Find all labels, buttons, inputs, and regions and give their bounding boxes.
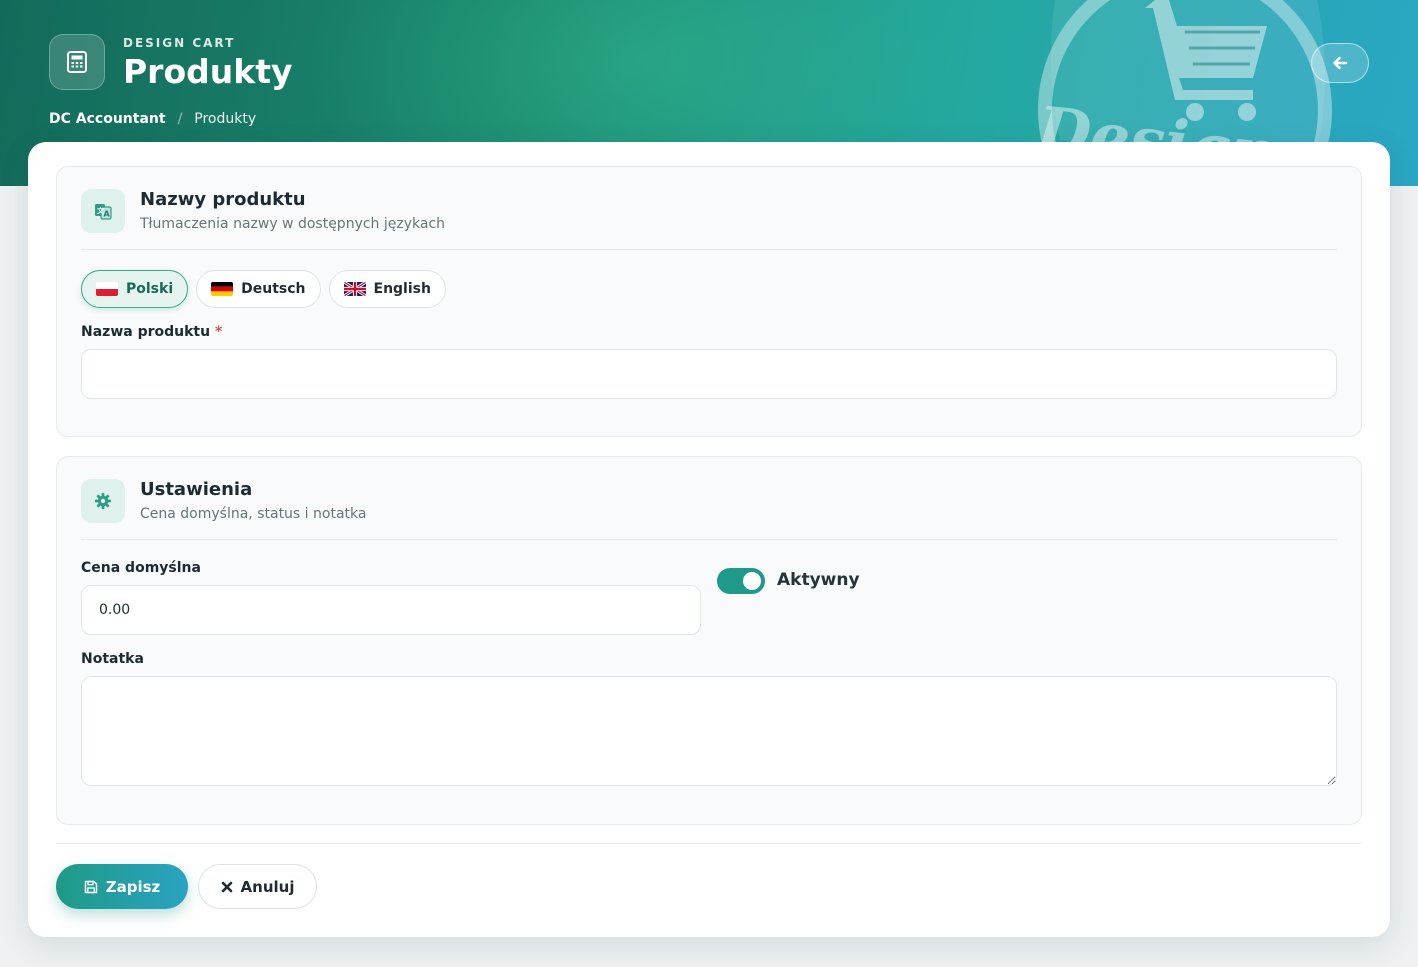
breadcrumb-separator: / <box>177 111 183 127</box>
de-flag-icon <box>211 282 234 296</box>
tab-label: Deutsch <box>241 281 306 297</box>
language-tabs: Polski Deutsch English <box>81 270 446 308</box>
section-title: Ustawienia <box>140 479 253 500</box>
cancel-button[interactable]: Anuluj <box>198 864 317 909</box>
breadcrumb-current: Produkty <box>194 111 257 127</box>
cancel-button-label: Anuluj <box>240 877 295 896</box>
tab-language-deutsch[interactable]: Deutsch <box>196 270 321 308</box>
default-price-label: Cena domyślna <box>81 560 201 576</box>
save-button[interactable]: Zapisz <box>56 864 188 909</box>
section-subtitle: Tłumaczenia nazwy w dostępnych językach <box>140 216 446 232</box>
tab-label: Polski <box>126 281 174 297</box>
tab-language-polski[interactable]: Polski <box>81 270 189 308</box>
page-title: Produkty <box>123 52 293 91</box>
gb-flag-icon <box>343 282 366 296</box>
breadcrumb: DC Accountant / Produkty <box>49 111 256 127</box>
required-mark: * <box>214 324 223 340</box>
product-name-label: Nazwa produktu * <box>81 324 222 340</box>
toggle-knob <box>743 572 761 590</box>
note-label: Notatka <box>81 651 144 667</box>
pl-flag-icon <box>96 282 118 296</box>
close-icon <box>221 881 232 892</box>
app-kicker: DESIGN CART <box>123 36 236 50</box>
section-divider <box>81 539 1337 540</box>
save-button-label: Zapisz <box>105 877 161 896</box>
section-subtitle: Cena domyślna, status i notatka <box>140 506 367 522</box>
product-names-section: 文 A Nazwy produktu Tłumaczenia nazwy w d… <box>56 166 1362 437</box>
tab-label: English <box>373 281 431 297</box>
default-price-input[interactable] <box>81 585 701 635</box>
breadcrumb-home-link[interactable]: DC Accountant <box>49 111 166 127</box>
active-toggle[interactable] <box>717 568 765 594</box>
active-toggle-label: Aktywny <box>777 570 860 590</box>
product-form-card: 文 A Nazwy produktu Tłumaczenia nazwy w d… <box>28 142 1390 937</box>
arrow-left-icon <box>1333 56 1348 70</box>
section-divider <box>81 249 1337 250</box>
product-name-input[interactable] <box>81 349 1337 399</box>
gear-icon <box>81 479 125 523</box>
product-name-label-text: Nazwa produktu <box>81 324 211 340</box>
svg-text:A: A <box>104 210 111 219</box>
tab-language-english[interactable]: English <box>328 270 446 308</box>
section-title: Nazwy produktu <box>140 189 306 210</box>
calculator-icon <box>49 34 105 90</box>
translate-icon: 文 A <box>81 189 125 233</box>
floppy-disk-icon <box>84 880 97 893</box>
settings-section: Ustawienia Cena domyślna, status i notat… <box>56 456 1362 825</box>
actions-divider <box>56 843 1362 844</box>
note-textarea[interactable] <box>81 676 1337 786</box>
back-button[interactable] <box>1311 43 1369 83</box>
